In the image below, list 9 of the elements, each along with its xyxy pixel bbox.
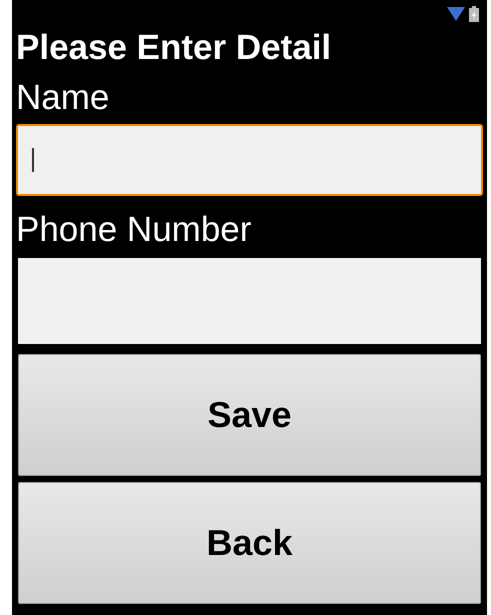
field-label: Phone Number (15, 210, 252, 250)
action-button[interactable]: Save (18, 354, 481, 476)
action-button[interactable]: Back (18, 482, 481, 604)
field-label: Name (15, 78, 110, 118)
input-field[interactable] (16, 256, 483, 346)
page-title: Please Enter Detail (15, 28, 332, 68)
battery-icon (469, 6, 479, 22)
wifi-icon (447, 7, 465, 21)
input-field[interactable] (16, 124, 483, 196)
